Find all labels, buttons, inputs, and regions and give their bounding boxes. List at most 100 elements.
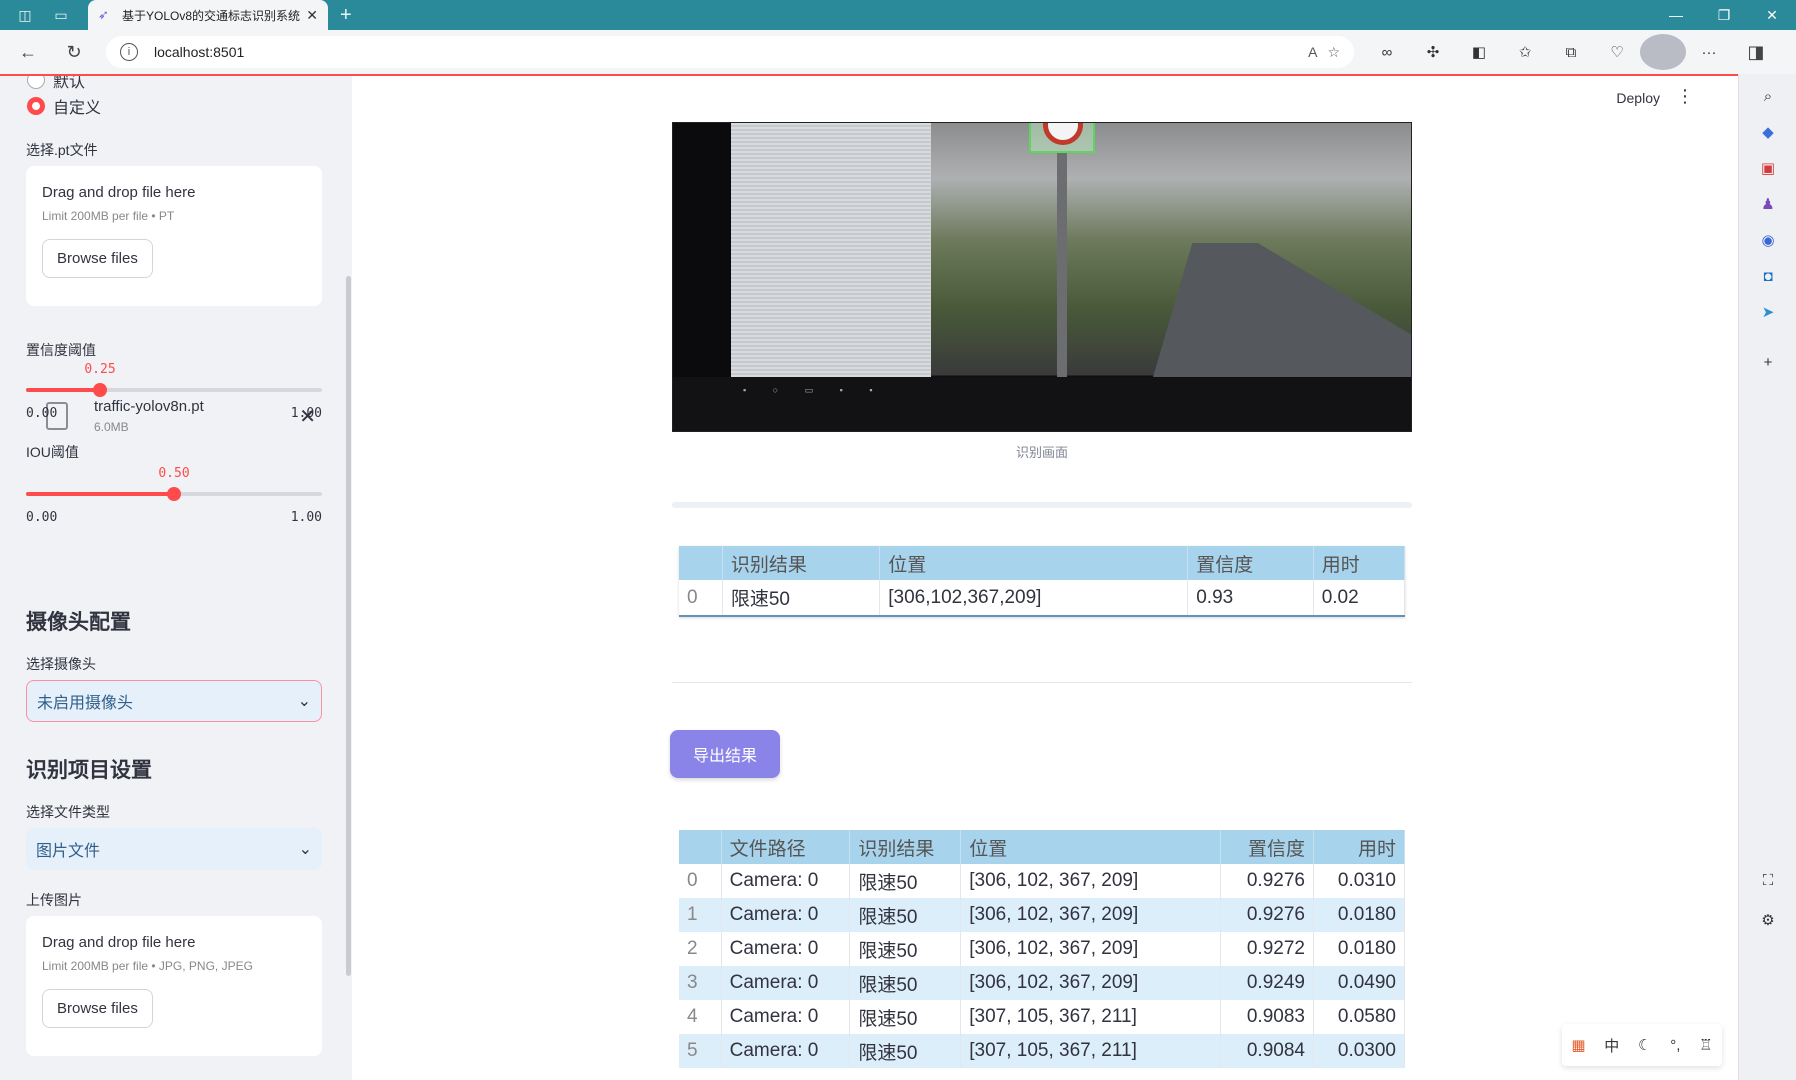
- table-cell: 限速50: [722, 580, 881, 617]
- radio-custom-circle[interactable]: [27, 97, 45, 115]
- ime-punct-icon[interactable]: °,: [1670, 1037, 1680, 1054]
- extensions-icon[interactable]: ✣: [1410, 34, 1456, 70]
- slider-thumb[interactable]: [167, 487, 181, 501]
- scene-road: [1153, 243, 1411, 377]
- speed-limit-sign: [1043, 123, 1083, 145]
- tag-icon[interactable]: ◆: [1756, 120, 1780, 144]
- table-cell: [306, 102, 367, 209]: [960, 864, 1221, 898]
- camera-select[interactable]: 未启用摄像头 ⌄: [26, 680, 322, 722]
- image-caption: 识别画面: [1015, 445, 1068, 460]
- outlook-icon[interactable]: ◘: [1756, 264, 1780, 288]
- radio-default-circle[interactable]: [27, 76, 45, 89]
- restore-button[interactable]: ❐: [1700, 0, 1748, 30]
- table-cell: 0.0310: [1313, 864, 1406, 898]
- site-info-icon[interactable]: i: [120, 43, 138, 61]
- table-cell: [306, 102, 367, 209]: [960, 932, 1221, 966]
- result-col-header: 识别结果: [722, 546, 881, 580]
- image-uploader[interactable]: Drag and drop file here Limit 200MB per …: [26, 916, 322, 1056]
- copilot-icon[interactable]: ◉: [1756, 228, 1780, 252]
- screenshot-icon[interactable]: ⛶: [1756, 868, 1780, 892]
- browser-tab[interactable]: ➶ 基于YOLOv8的交通标志识别系统 ✕: [88, 0, 328, 30]
- browser-toolbar: ∞ ✣ ◧ ✩ ⧉ ♡ ···: [1364, 34, 1732, 70]
- browser-essentials-icon[interactable]: ♡: [1594, 34, 1640, 70]
- favorite-star-icon[interactable]: ☆: [1327, 44, 1340, 61]
- more-menu-icon[interactable]: ···: [1686, 34, 1732, 70]
- table-cell: Camera: 0: [721, 1000, 851, 1034]
- filetype-select-label: 选择文件类型: [26, 804, 110, 820]
- scene-taskbar: ▪ ○ ▭ ▪ ▪: [743, 385, 885, 395]
- table-cell: [306,102,367,209]: [879, 580, 1189, 617]
- minimize-button[interactable]: —: [1652, 0, 1700, 30]
- close-tab-icon[interactable]: ✕: [306, 7, 318, 24]
- table-cell: Camera: 0: [721, 864, 851, 898]
- log-col-header: 置信度: [1220, 830, 1314, 864]
- table-row: 0 Camera: 0 限速50 [306, 102, 367, 209] 0.9276…: [679, 864, 1406, 898]
- chevron-down-icon[interactable]: ⌄: [298, 691, 311, 711]
- export-results-button[interactable]: 导出结果: [670, 730, 780, 778]
- log-table: 文件路径 识别结果 位置 置信度 用时 0 Camera: 0 限速50 [306, 102,…: [679, 830, 1406, 1068]
- result-col-header: 位置: [879, 546, 1189, 580]
- result-col-header: [679, 546, 723, 580]
- slider-thumb[interactable]: [93, 383, 107, 397]
- slider-min: 0.00: [26, 406, 58, 421]
- slider-fill: [26, 388, 100, 392]
- iou-threshold-slider[interactable]: 0.50 0.00 1.00: [26, 466, 322, 530]
- settings-icon[interactable]: ⚙: [1756, 908, 1780, 932]
- refresh-icon[interactable]: ↻: [56, 34, 92, 70]
- slider-value: 0.25: [84, 362, 116, 377]
- table-cell: 0.93: [1187, 580, 1314, 617]
- slider-value: 0.50: [158, 466, 190, 481]
- pt-browse-files-button[interactable]: Browse files: [42, 239, 153, 278]
- search-icon[interactable]: ⌕: [1756, 84, 1780, 108]
- games-icon[interactable]: ♟: [1756, 192, 1780, 216]
- ime-moon-icon[interactable]: ☾: [1638, 1036, 1651, 1054]
- close-window-button[interactable]: ✕: [1748, 0, 1796, 30]
- conf-threshold-label: 置信度阈值: [26, 342, 96, 358]
- send-icon[interactable]: ➤: [1756, 300, 1780, 324]
- ime-lang[interactable]: 中: [1604, 1035, 1619, 1056]
- split-screen-icon[interactable]: ◧: [1456, 34, 1502, 70]
- main-menu-icon[interactable]: ⋮: [1676, 86, 1694, 107]
- tab-title: 基于YOLOv8的交通标志识别系统: [122, 8, 301, 23]
- main-content: Deploy ⋮ ▪ ○ ▭ ▪ ▪ 识别画面 识别结果 位置 置信度 用时 0 限速5…: [352, 76, 1738, 1080]
- table-row: 0 限速50 [306,102,367,209] 0.93 0.02: [679, 580, 1406, 617]
- pt-file-uploader[interactable]: Drag and drop file here Limit 200MB per …: [26, 166, 322, 306]
- ime-logo-icon[interactable]: ▦: [1571, 1036, 1585, 1054]
- radio-default[interactable]: 默认: [27, 76, 85, 92]
- result-col-header: 用时: [1313, 546, 1406, 580]
- tab-actions-icon[interactable]: ▭: [50, 4, 72, 26]
- favorites-icon[interactable]: ✩: [1502, 34, 1548, 70]
- toolbox-icon[interactable]: ▣: [1756, 156, 1780, 180]
- table-cell: 0.9276: [1220, 898, 1314, 932]
- sidebar-toggle-icon[interactable]: ◨: [1738, 34, 1774, 70]
- image-browse-files-button[interactable]: Browse files: [42, 989, 153, 1028]
- table-cell: 0.9276: [1220, 864, 1314, 898]
- chevron-down-icon[interactable]: ⌄: [299, 839, 312, 859]
- back-icon[interactable]: ←: [10, 34, 46, 70]
- deploy-button[interactable]: Deploy: [1616, 90, 1660, 106]
- profile-icon[interactable]: [1640, 34, 1686, 70]
- avatar: [1640, 34, 1686, 70]
- infinity-icon[interactable]: ∞: [1364, 34, 1410, 70]
- table-row: 4 Camera: 0 限速50 [307, 105, 367, 211] 0.9083…: [679, 1000, 1406, 1034]
- new-tab-icon[interactable]: +: [340, 4, 352, 27]
- collections-icon[interactable]: ⧉: [1548, 34, 1594, 70]
- workspaces-icon[interactable]: ◫: [14, 4, 36, 26]
- table-cell: 限速50: [849, 966, 962, 1000]
- radio-custom[interactable]: 自定义: [27, 94, 101, 118]
- slider-fill: [26, 492, 174, 496]
- filetype-select[interactable]: 图片文件 ⌄: [26, 828, 322, 870]
- url-field[interactable]: i localhost:8501 A ☆: [106, 36, 1354, 68]
- row-index: 5: [679, 1034, 722, 1068]
- ime-toolbar: ▦ 中 ☾ °, ♖: [1562, 1024, 1722, 1066]
- row-index: 4: [679, 1000, 722, 1034]
- row-index: 0: [679, 580, 723, 617]
- ime-skin-icon[interactable]: ♖: [1699, 1036, 1712, 1054]
- upload-image-label: 上传图片: [26, 892, 82, 908]
- sidebar-scrollbar[interactable]: [346, 276, 351, 976]
- add-icon[interactable]: +: [1756, 350, 1780, 374]
- conf-threshold-slider[interactable]: 0.25 0.00 1.00: [26, 362, 322, 426]
- read-aloud-icon[interactable]: A: [1308, 44, 1317, 60]
- iou-threshold-label: IOU阈值: [26, 444, 79, 460]
- log-table-header: 文件路径 识别结果 位置 置信度 用时: [679, 830, 1406, 864]
